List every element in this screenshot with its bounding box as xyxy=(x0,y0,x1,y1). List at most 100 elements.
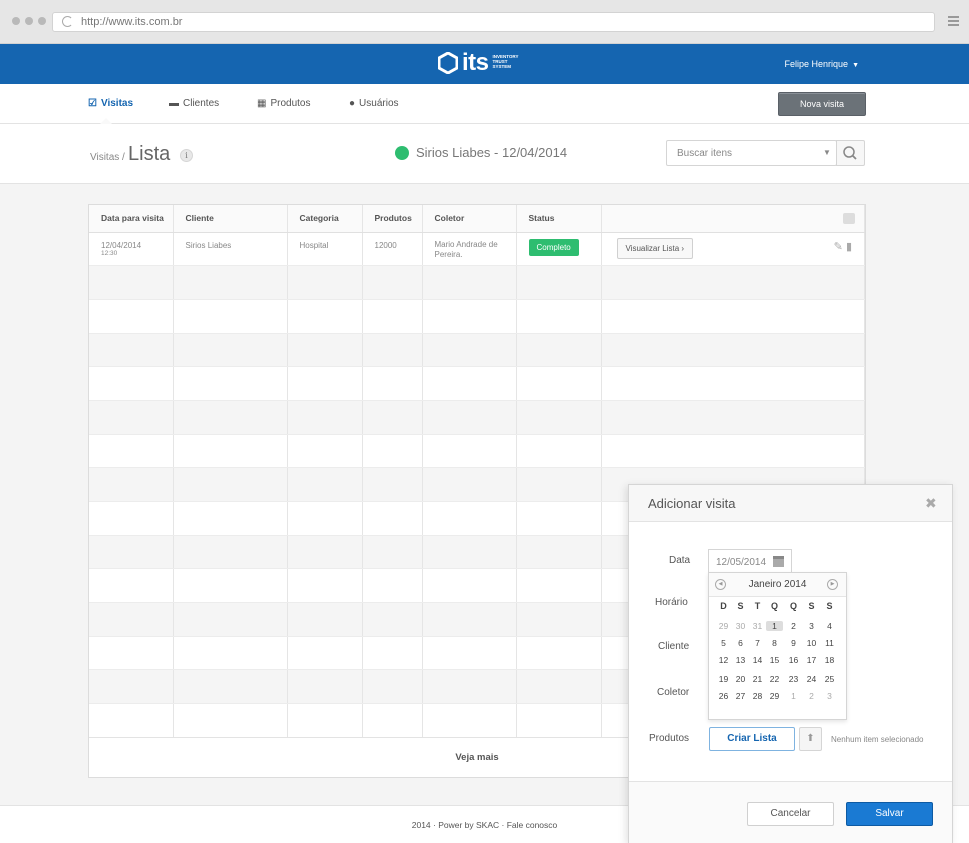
calendar-day[interactable]: 1 xyxy=(766,621,783,631)
column-header[interactable]: Coletor xyxy=(422,205,517,233)
user-menu[interactable]: Felipe Henrique ▼ xyxy=(785,59,859,69)
weekday-label: T xyxy=(754,601,761,611)
new-visit-button[interactable]: Nova visita xyxy=(778,92,866,116)
status-cell: Completo xyxy=(516,232,602,267)
browser-menu-icon[interactable] xyxy=(948,16,959,28)
calendar-day[interactable]: 1 xyxy=(785,691,802,701)
calendar-day[interactable]: 17 xyxy=(803,655,820,665)
calendar-icon[interactable] xyxy=(773,556,784,567)
coletor-label: Coletor xyxy=(657,687,690,698)
edit-icon[interactable]: ✎ xyxy=(834,241,843,253)
calendar-day[interactable]: 31 xyxy=(749,621,766,631)
minimize-dot[interactable] xyxy=(25,17,33,25)
empty-cell xyxy=(89,568,174,604)
empty-cell xyxy=(601,400,865,435)
empty-cell xyxy=(89,501,174,536)
calendar-day[interactable]: 4 xyxy=(821,621,838,631)
empty-cell xyxy=(89,669,174,705)
calendar-day[interactable]: 14 xyxy=(749,655,766,665)
address-bar[interactable]: http://www.its.com.br xyxy=(52,12,935,32)
column-header[interactable]: Cliente xyxy=(173,205,288,233)
empty-cell xyxy=(89,636,174,671)
calendar-day[interactable]: 18 xyxy=(821,655,838,665)
weekday-label: Q xyxy=(770,601,778,611)
empty-cell xyxy=(89,366,174,401)
close-icon[interactable]: ✖ xyxy=(925,495,937,512)
empty-cell xyxy=(89,333,174,368)
calendar-day[interactable]: 7 xyxy=(749,638,766,648)
calendar-day[interactable]: 12 xyxy=(715,655,732,665)
page-header: Visitas / Lista i Sirios Liabes - 12/04/… xyxy=(0,124,969,184)
calendar-day[interactable]: 2 xyxy=(785,621,802,631)
calendar-day[interactable]: 24 xyxy=(803,674,820,684)
view-list-button[interactable]: Visualizar Lista › xyxy=(616,237,694,259)
empty-cell xyxy=(422,636,517,671)
empty-cell xyxy=(287,669,363,705)
calendar-day[interactable]: 3 xyxy=(803,621,820,631)
empty-cell xyxy=(173,400,288,435)
column-toggle-icon[interactable] xyxy=(843,212,855,224)
its-logo[interactable]: its INVENTORY TRUST SYSTEM xyxy=(438,51,523,75)
table-row[interactable]: 12/04/2014 12:30 Sirios Liabes Hospital 1… xyxy=(89,232,865,267)
empty-cell xyxy=(601,434,865,469)
calendar-day[interactable]: 3 xyxy=(821,691,838,701)
column-header[interactable]: Status xyxy=(516,205,602,233)
calendar-day[interactable]: 29 xyxy=(715,621,732,631)
nav-item-usuarios[interactable]: ● Usuários xyxy=(349,98,399,109)
empty-cell xyxy=(516,602,602,637)
calendar-day[interactable]: 10 xyxy=(803,638,820,648)
next-month-icon[interactable]: ▶ xyxy=(827,579,838,590)
calendar-day[interactable]: 13 xyxy=(732,655,749,665)
column-header[interactable]: Categoria xyxy=(287,205,363,233)
calendar-day[interactable]: 26 xyxy=(715,691,732,701)
calendar-day[interactable]: 8 xyxy=(766,638,783,648)
cancel-button[interactable]: Cancelar xyxy=(747,802,834,826)
empty-cell xyxy=(362,636,423,671)
calendar-day[interactable]: 30 xyxy=(732,621,749,631)
info-icon[interactable]: i xyxy=(180,149,193,162)
date-cell: 12/04/2014 12:30 xyxy=(89,232,174,267)
empty-cell xyxy=(516,265,602,300)
calendar-day[interactable]: 15 xyxy=(766,655,783,665)
data-label: Data xyxy=(669,555,691,566)
close-dot[interactable] xyxy=(12,17,20,25)
empty-cell xyxy=(89,535,174,570)
calendar-day[interactable]: 23 xyxy=(785,674,802,684)
empty-cell xyxy=(422,299,517,334)
nav-item-clientes[interactable]: ▬ Clientes xyxy=(169,98,219,109)
chevron-down-icon: ▼ xyxy=(852,62,859,69)
reload-icon[interactable] xyxy=(62,16,73,27)
date-input[interactable]: 12/05/2014 xyxy=(708,549,792,573)
calendar-day[interactable]: 21 xyxy=(749,674,766,684)
empty-cell xyxy=(422,265,517,300)
calendar-day[interactable]: 29 xyxy=(766,691,783,701)
calendar-day[interactable]: 2 xyxy=(803,691,820,701)
calendar-day[interactable]: 27 xyxy=(732,691,749,701)
empty-cell xyxy=(89,703,174,738)
upload-button[interactable]: ⬆ xyxy=(799,727,822,751)
breadcrumb[interactable]: Visitas / xyxy=(90,152,125,163)
search-select[interactable]: Buscar itens ▼ xyxy=(666,140,837,166)
save-button[interactable]: Salvar xyxy=(846,802,933,826)
create-list-button[interactable]: Criar Lista xyxy=(709,727,795,751)
calendar-day[interactable]: 28 xyxy=(749,691,766,701)
calendar-day[interactable]: 9 xyxy=(785,638,802,648)
trash-icon[interactable]: ▮ xyxy=(846,241,852,253)
calendar-day[interactable]: 25 xyxy=(821,674,838,684)
calendar-day[interactable]: 5 xyxy=(715,638,732,648)
column-header[interactable]: Produtos xyxy=(362,205,423,233)
calendar-day[interactable]: 22 xyxy=(766,674,783,684)
empty-cell xyxy=(516,400,602,435)
calendar-day[interactable]: 16 xyxy=(785,655,802,665)
calendar-day[interactable]: 11 xyxy=(821,638,838,648)
nav-item-produtos[interactable]: ▦ Produtos xyxy=(257,98,310,109)
maximize-dot[interactable] xyxy=(38,17,46,25)
nav-item-visitas[interactable]: ☑ Visitas xyxy=(88,98,133,109)
empty-cell xyxy=(516,366,602,401)
search-button[interactable] xyxy=(836,140,865,166)
calendar-day[interactable]: 19 xyxy=(715,674,732,684)
column-header[interactable]: Data para visita xyxy=(89,205,174,233)
calendar-day[interactable]: 6 xyxy=(732,638,749,648)
calendar-day[interactable]: 20 xyxy=(732,674,749,684)
empty-cell xyxy=(516,501,602,536)
